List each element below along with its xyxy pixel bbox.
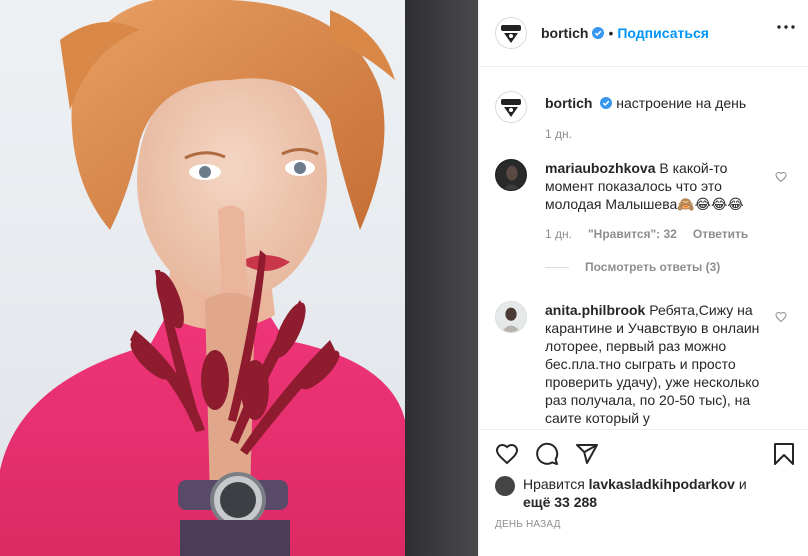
reply-button[interactable]: Ответить	[693, 225, 748, 243]
heart-icon[interactable]	[775, 171, 787, 183]
comment-item: anita.philbrook Ребята,Сижу на карантине…	[495, 301, 795, 427]
view-replies[interactable]: Посмотреть ответы (3)	[545, 260, 720, 274]
caption: bortich настроение на день 1 дн.	[495, 91, 795, 143]
comment-text: Ребята,Сижу на карантине и Учавствую в о…	[545, 302, 760, 426]
post-actions: Нравится lavkasladkihpodarkov и ещё 33 2…	[479, 429, 808, 556]
likes-count[interactable]: ещё 33 288	[523, 494, 597, 510]
heart-icon[interactable]	[775, 311, 787, 323]
post-timestamp[interactable]: ДЕНЬ НАЗАД	[495, 519, 561, 530]
comment-likes[interactable]: "Нравится": 32	[588, 225, 677, 243]
post-details-panel: bortich • Подписаться bortich настроение…	[478, 0, 808, 556]
comments-list[interactable]: bortich настроение на день 1 дн. mariaub…	[479, 67, 808, 429]
comment-item: mariaubozhkova В какой-то момент показал…	[495, 159, 795, 243]
verified-icon	[592, 27, 605, 39]
portrait-illustration	[0, 0, 405, 556]
comment-username[interactable]: anita.philbrook	[545, 302, 645, 318]
comment-time[interactable]: 1 дн.	[545, 225, 572, 243]
brand-logo-icon	[501, 25, 521, 43]
comment-username[interactable]: mariaubozhkova	[545, 160, 655, 176]
commenter-avatar[interactable]	[495, 159, 527, 191]
avatar-photo	[496, 160, 526, 190]
caption-username[interactable]: bortich	[545, 95, 592, 111]
replies-divider	[545, 266, 569, 268]
author-username[interactable]: bortich	[541, 25, 588, 41]
avatar-photo	[496, 302, 526, 332]
more-options-icon[interactable]	[777, 25, 795, 29]
post-photo[interactable]	[0, 0, 405, 556]
liker-avatar[interactable]	[495, 476, 515, 496]
commenter-avatar[interactable]	[495, 301, 527, 333]
bookmark-icon[interactable]	[773, 442, 795, 466]
share-icon[interactable]	[575, 442, 599, 466]
likes-summary[interactable]: Нравится lavkasladkihpodarkov и ещё 33 2…	[495, 475, 747, 511]
verified-icon	[600, 97, 613, 109]
like-heart-icon[interactable]	[495, 442, 519, 466]
likes-and: и	[734, 476, 747, 492]
author-avatar[interactable]	[495, 17, 527, 49]
follow-button[interactable]: Подписаться	[617, 25, 709, 41]
liker-username[interactable]: lavkasladkihpodarkov	[589, 476, 735, 492]
likes-prefix: Нравится	[523, 476, 589, 492]
photo-background-edge	[405, 0, 478, 556]
caption-text: настроение на день	[616, 95, 747, 111]
post-media[interactable]	[0, 0, 478, 556]
brand-logo-icon	[501, 99, 521, 117]
caption-avatar[interactable]	[495, 91, 527, 123]
view-replies-label[interactable]: Посмотреть ответы (3)	[585, 260, 720, 274]
comment-icon[interactable]	[535, 442, 559, 466]
caption-time[interactable]: 1 дн.	[545, 125, 572, 143]
separator-dot: •	[608, 25, 614, 41]
post-header: bortich • Подписаться	[479, 0, 808, 67]
